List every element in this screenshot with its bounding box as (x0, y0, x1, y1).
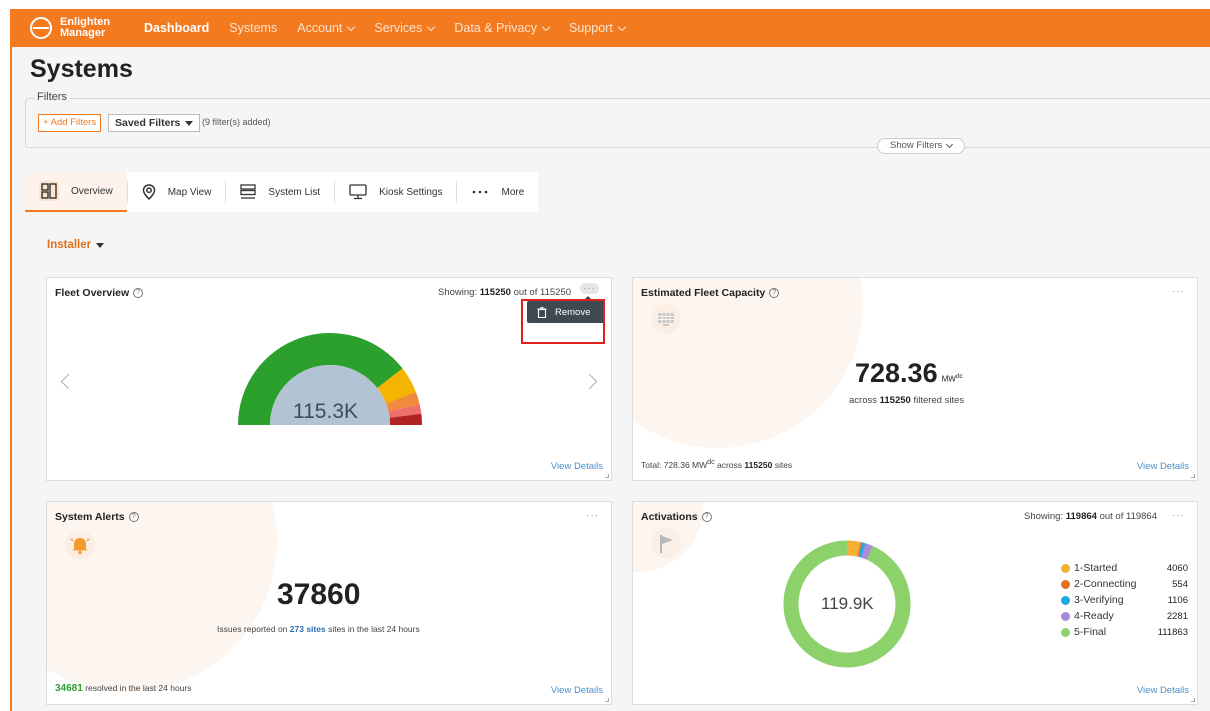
chevron-down-icon (541, 22, 551, 31)
legend-item: 3-Verifying 1106 (1061, 592, 1188, 608)
legend-item: 5-Final 111863 (1061, 624, 1188, 640)
capacity-value: 728.36 MWdc (855, 358, 963, 388)
resize-handle[interactable] (605, 698, 609, 702)
legend-dot (1061, 595, 1070, 605)
donut-slice-4-ready (861, 543, 873, 560)
fleet-capacity-card: Estimated Fleet Capacity? ··· 728.36 MWd… (632, 277, 1198, 481)
legend-item: 2-Connecting 554 (1061, 576, 1188, 592)
logo-icon (30, 17, 52, 39)
show-filters-button[interactable]: Show Filters (877, 138, 966, 154)
donut-slice-1-started (846, 540, 861, 557)
monitor-icon (349, 184, 367, 200)
system-alerts-card: System Alerts? ··· 37860 Issues reported… (46, 501, 612, 705)
card-menu-button[interactable]: ··· (1172, 286, 1185, 297)
card-title: Fleet Overview? (55, 287, 144, 299)
capacity-total: Total: 728.36 MWdc across 115250 sites (641, 458, 793, 470)
capacity-subtext: across 115250 filtered sites (849, 395, 965, 406)
view-details-link[interactable]: View Details (551, 685, 603, 696)
role-dropdown[interactable]: Installer (47, 239, 105, 251)
card-menu-button[interactable]: ··· (586, 510, 599, 521)
filters-legend: Filters (34, 91, 70, 103)
alerts-count: 37860 (277, 578, 361, 611)
caret-down-icon (96, 242, 105, 248)
list-icon (240, 184, 257, 199)
view-details-link[interactable]: View Details (1137, 461, 1189, 472)
capacity-unit: MWdc (941, 373, 963, 384)
help-icon[interactable]: ? (701, 512, 712, 522)
next-arrow-icon[interactable] (581, 373, 598, 390)
bell-icon (65, 530, 95, 560)
nav-systems[interactable]: Systems (229, 21, 277, 35)
card-menu-button[interactable]: ··· (580, 283, 599, 294)
nav-services[interactable]: Services (374, 21, 436, 35)
logo-line2: Manager (60, 27, 106, 39)
tab-system-list[interactable]: System List (226, 172, 334, 212)
tab-more[interactable]: More (457, 172, 538, 212)
page-title: Systems (30, 55, 133, 83)
map-pin-icon (142, 184, 155, 200)
previous-arrow-icon[interactable] (60, 373, 77, 390)
legend-dot (1061, 627, 1070, 637)
alerts-resolved: 34681 resolved in the last 24 hours (55, 683, 192, 694)
left-accent-rule (10, 47, 12, 711)
view-tabs: Overview Map View System List Kiosk Sett… (25, 172, 539, 212)
ellipsis-icon (473, 190, 488, 194)
legend-dot (1061, 611, 1070, 621)
chevron-down-icon (617, 22, 627, 31)
chevron-down-icon (946, 140, 954, 149)
tab-kiosk-settings[interactable]: Kiosk Settings (335, 172, 456, 212)
view-details-link[interactable]: View Details (551, 461, 603, 472)
add-filters-button[interactable]: + Add Filters (38, 114, 102, 132)
help-icon[interactable]: ? (128, 512, 139, 522)
card-title: System Alerts? (55, 511, 139, 523)
resize-handle[interactable] (1191, 698, 1195, 702)
showing-count: Showing: 119864 out of 119864 (1024, 511, 1157, 522)
card-menu-button[interactable]: ··· (1172, 510, 1185, 521)
chevron-down-icon (347, 22, 356, 31)
nav-dashboard[interactable]: Dashboard (144, 21, 209, 35)
nav-support[interactable]: Support (569, 21, 627, 35)
legend-item: 4-Ready 2281 (1061, 608, 1188, 624)
filters-panel: Filters + Add Filters Saved Filters (9 f… (25, 91, 1210, 154)
enlighten-logo[interactable]: Enlighten Manager (30, 17, 130, 39)
legend-item: 1-Started 4060 (1061, 560, 1188, 576)
view-details-link[interactable]: View Details (1137, 685, 1189, 696)
legend-dot (1061, 563, 1070, 573)
tab-overview[interactable]: Overview (25, 172, 127, 212)
card-title: Activations? (641, 511, 712, 523)
chevron-down-icon (427, 22, 436, 31)
help-icon[interactable]: ? (133, 288, 144, 298)
filter-count-text: (9 filter(s) added) (202, 117, 271, 127)
grid-icon (39, 181, 59, 201)
activations-card: Activations? Showing: 119864 out of 1198… (632, 501, 1198, 705)
activations-legend: 1-Started 4060 2-Connecting 554 3-Verifyin… (1061, 560, 1188, 640)
nav-account[interactable]: Account (297, 21, 356, 35)
highlight-box (521, 299, 605, 344)
donut-center-value: 119.9K (821, 594, 874, 613)
resize-handle[interactable] (605, 474, 609, 478)
saved-filters-dropdown[interactable]: Saved Filters (108, 114, 201, 132)
alerts-subtext: Issues reported on 273 sites sites in th… (217, 624, 420, 634)
main-nav: Dashboard Systems Account Services Data … (144, 21, 645, 35)
legend-dot (1061, 579, 1070, 589)
tab-map-view[interactable]: Map View (128, 172, 226, 212)
caret-down-icon (185, 120, 194, 126)
donut-slice-3-verifying (858, 542, 866, 558)
card-title: Estimated Fleet Capacity? (641, 287, 780, 299)
nav-data-privacy[interactable]: Data & Privacy (454, 21, 551, 35)
flag-icon (651, 528, 681, 558)
solar-panel-icon (651, 304, 681, 334)
gauge-center-value: 115.3K (293, 400, 358, 423)
resize-handle[interactable] (1191, 474, 1195, 478)
top-nav-bar: Enlighten Manager Dashboard Systems Acco… (10, 9, 1210, 47)
help-icon[interactable]: ? (769, 288, 780, 298)
showing-count: Showing: 115250 out of 115250 (438, 287, 571, 298)
